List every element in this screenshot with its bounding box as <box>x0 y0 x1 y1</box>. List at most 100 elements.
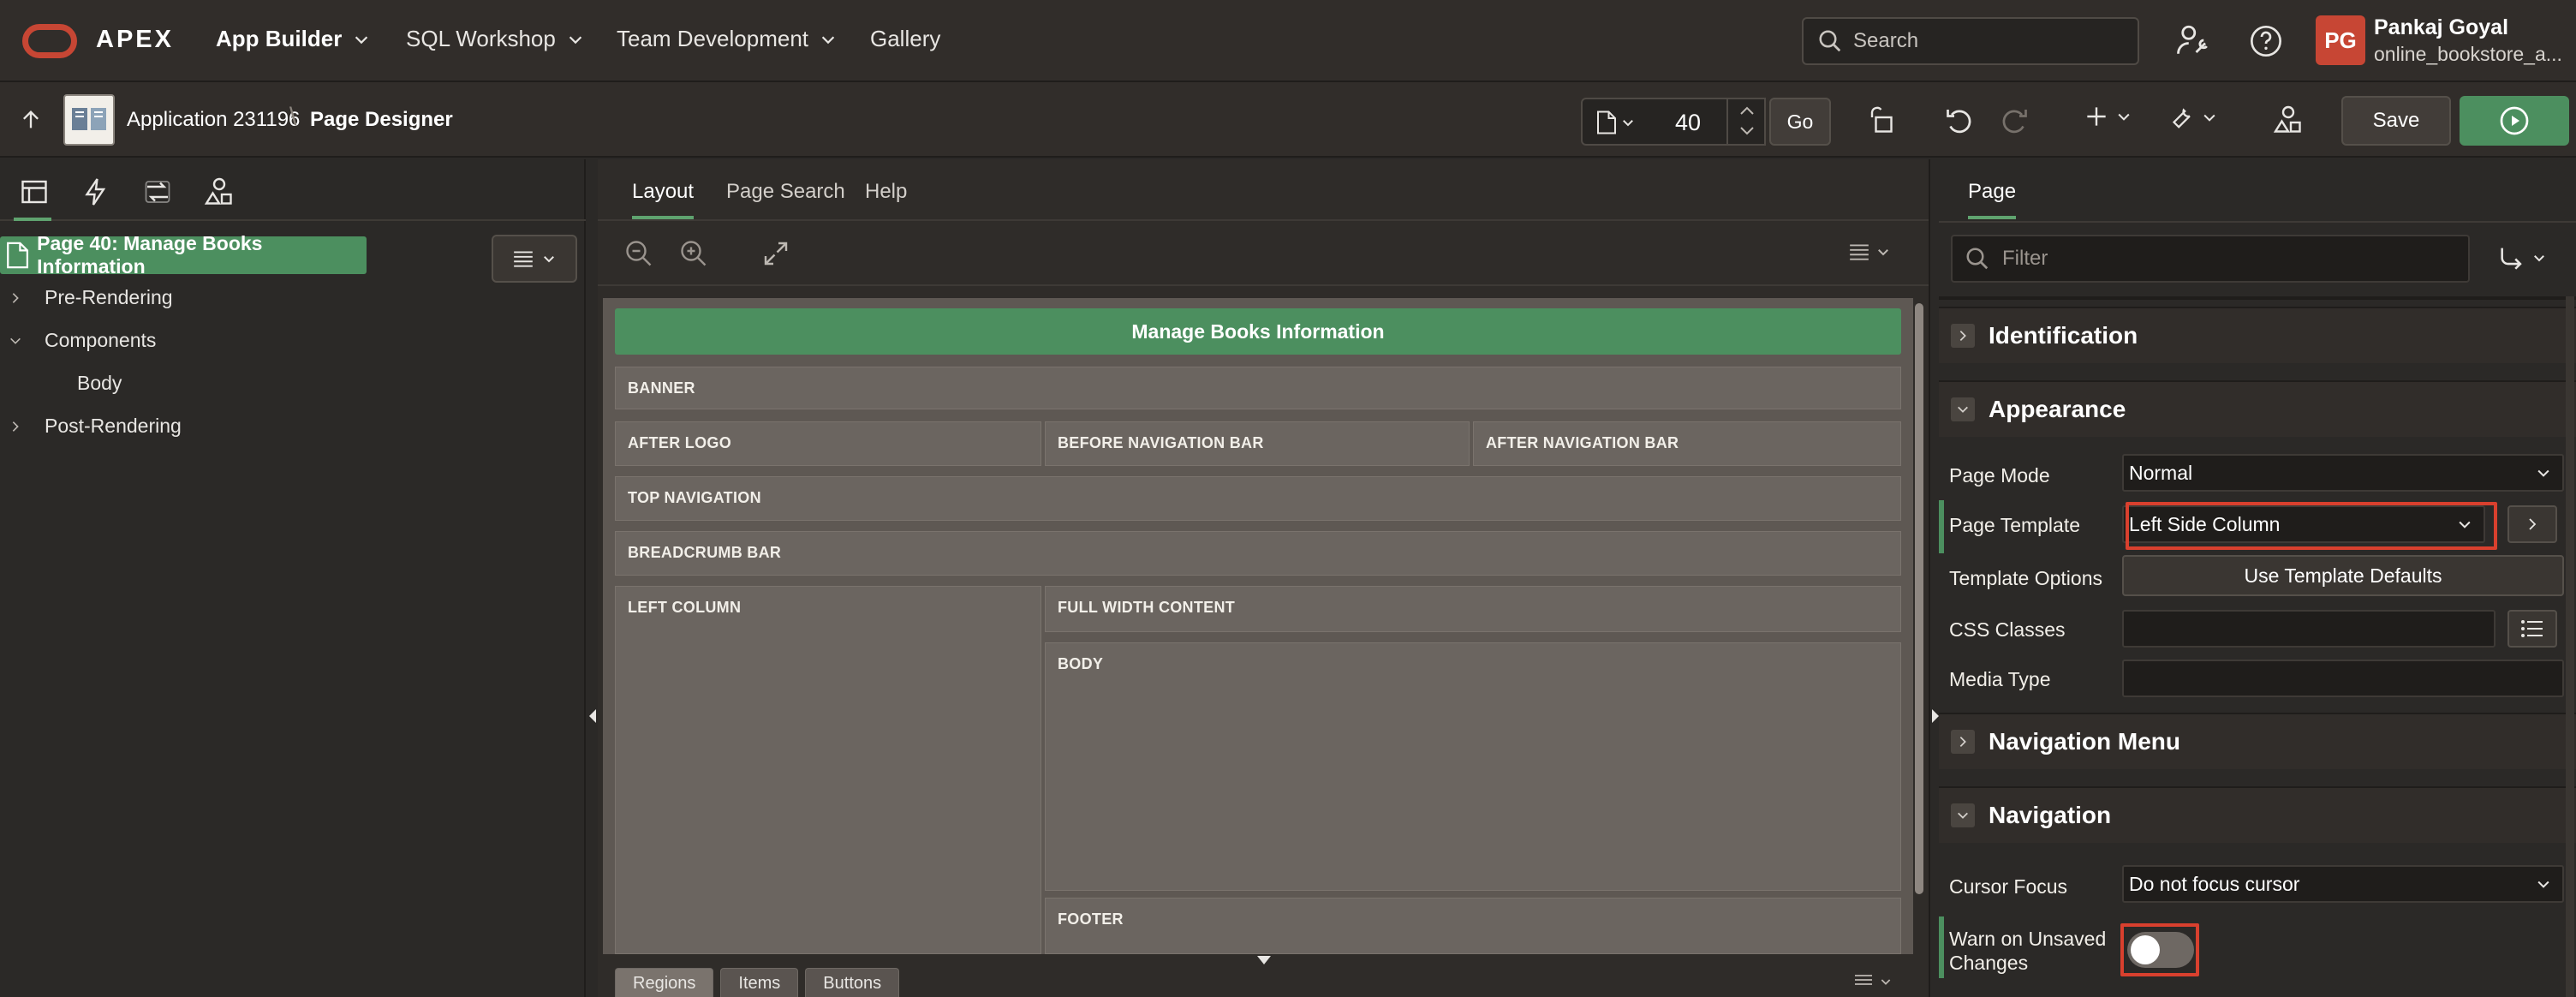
chevron-down-icon[interactable] <box>1951 803 1975 827</box>
region-full-width-content[interactable]: FULL WIDTH CONTENT <box>1045 586 1901 632</box>
search-icon <box>1819 30 1841 52</box>
left-panel-tabs <box>0 159 586 221</box>
tab-page-search[interactable]: Page Search <box>726 180 845 204</box>
tree-node-components[interactable]: Components <box>9 329 156 352</box>
chevron-right-icon[interactable] <box>9 420 22 433</box>
breadcrumb-separator: \ <box>289 103 297 131</box>
tab-dynamic-actions[interactable] <box>80 176 111 207</box>
nav-team-development[interactable]: Team Development <box>617 26 838 52</box>
chevron-down-icon <box>2534 255 2544 262</box>
go-to-group-button[interactable] <box>2497 245 2547 271</box>
list-icon <box>2521 620 2543 637</box>
tab-regions[interactable]: Regions <box>615 968 714 997</box>
tab-help[interactable]: Help <box>865 180 907 204</box>
oracle-logo-icon[interactable] <box>22 24 77 58</box>
expand-icon[interactable] <box>760 238 791 269</box>
section-identification[interactable]: Identification <box>1939 307 2576 363</box>
tree-node-body[interactable]: Body <box>77 372 122 395</box>
property-scrollbar[interactable] <box>2566 296 2574 997</box>
region-after-navigation-bar[interactable]: AFTER NAVIGATION BAR <box>1473 421 1901 466</box>
chevron-right-icon[interactable] <box>9 291 22 305</box>
property-filter-input[interactable]: Filter <box>1951 235 2470 283</box>
zoom-out-icon[interactable] <box>623 238 654 269</box>
layout-canvas[interactable]: Manage Books Information BANNER AFTER LO… <box>603 298 1913 954</box>
collapse-right-panel-handle[interactable] <box>1930 709 1939 723</box>
go-to-group-icon <box>2501 248 2522 270</box>
go-button[interactable]: Go <box>1769 98 1831 146</box>
css-classes-input[interactable] <box>2122 610 2496 648</box>
chevron-right-icon[interactable] <box>1951 730 1975 754</box>
chevron-down-icon <box>544 256 554 263</box>
save-and-run-button[interactable] <box>2460 96 2569 146</box>
chevron-right-icon[interactable] <box>1951 324 1975 348</box>
cursor-focus-select[interactable]: Do not focus cursor <box>2122 865 2564 903</box>
apex-brand[interactable]: APEX <box>96 26 174 54</box>
region-before-navigation-bar[interactable]: BEFORE NAVIGATION BAR <box>1045 421 1470 466</box>
nav-gallery[interactable]: Gallery <box>870 26 940 52</box>
tab-page-shared-components[interactable] <box>204 176 235 207</box>
page-number-stepper[interactable] <box>1726 98 1766 146</box>
save-button[interactable]: Save <box>2341 96 2451 146</box>
shared-components-icon[interactable] <box>2273 104 2304 135</box>
template-options-button[interactable]: Use Template Defaults <box>2122 555 2564 596</box>
arrow-up-icon[interactable] <box>19 108 43 132</box>
lock-page-icon[interactable] <box>1867 104 1898 135</box>
gallery-menu-button[interactable] <box>1853 973 1893 990</box>
page-icon[interactable] <box>1595 110 1619 135</box>
global-search-input[interactable]: Search <box>1802 17 2139 65</box>
tab-buttons[interactable]: Buttons <box>805 968 900 997</box>
gallery-toggle-icon[interactable] <box>1257 956 1271 966</box>
menu-lines-icon <box>514 251 533 267</box>
layout-menu-button[interactable] <box>1848 242 1891 262</box>
user-name[interactable]: Pankaj Goyal <box>2374 15 2508 40</box>
nav-sql-workshop[interactable]: SQL Workshop <box>406 26 585 52</box>
undo-icon[interactable] <box>1944 104 1975 135</box>
application-icon[interactable] <box>63 94 115 146</box>
tab-rendering[interactable] <box>14 176 51 221</box>
chevron-down-icon[interactable] <box>1738 125 1756 137</box>
tree-menu-button[interactable] <box>492 235 577 283</box>
chevron-down-icon[interactable] <box>9 334 22 348</box>
toggle-knob <box>2131 935 2160 964</box>
collapse-left-panel-handle[interactable] <box>589 709 598 723</box>
admin-person-wrench-icon[interactable] <box>2175 22 2211 58</box>
warn-unsaved-toggle[interactable] <box>2127 932 2194 968</box>
tab-items[interactable]: Items <box>720 968 799 997</box>
tab-layout[interactable]: Layout <box>632 180 695 219</box>
tree-node-post-rendering[interactable]: Post-Rendering <box>9 415 182 438</box>
region-left-column[interactable]: LEFT COLUMN <box>615 586 1041 954</box>
section-navigation-menu[interactable]: Navigation Menu <box>1939 713 2576 769</box>
region-after-logo[interactable]: AFTER LOGO <box>615 421 1041 466</box>
tab-page-properties[interactable]: Page <box>1968 180 2017 219</box>
tree-node-pre-rendering[interactable]: Pre-Rendering <box>9 286 173 309</box>
page-mode-select[interactable]: Normal <box>2122 454 2564 492</box>
page-number-value[interactable]: 40 <box>1675 110 1701 136</box>
section-navigation[interactable]: Navigation <box>1939 786 2576 843</box>
section-appearance[interactable]: Appearance <box>1939 380 2576 437</box>
help-icon[interactable] <box>2249 24 2283 58</box>
region-footer[interactable]: FOOTER <box>1045 898 1901 954</box>
zoom-in-icon[interactable] <box>678 238 709 269</box>
tree-node-page[interactable]: Page 40: Manage Books Information <box>0 232 367 278</box>
region-breadcrumb-bar[interactable]: BREADCRUMB BAR <box>615 531 1901 576</box>
region-banner[interactable]: BANNER <box>615 367 1901 409</box>
chevron-down-icon[interactable] <box>1620 115 1636 130</box>
chevron-up-icon[interactable] <box>1738 104 1756 116</box>
chevron-down-icon[interactable] <box>1951 397 1975 421</box>
user-avatar[interactable]: PG <box>2316 15 2365 65</box>
css-classes-label: CSS Classes <box>1949 618 2066 641</box>
nav-app-builder[interactable]: App Builder <box>216 26 371 52</box>
tab-processing[interactable] <box>142 176 173 207</box>
layout-page-title[interactable]: Manage Books Information <box>615 308 1901 355</box>
page-template-goto-button[interactable] <box>2507 505 2557 543</box>
utilities-menu-button[interactable] <box>2167 103 2218 132</box>
redo-icon[interactable] <box>1999 104 2030 135</box>
layout-scrollbar[interactable] <box>1913 298 1925 954</box>
region-top-navigation[interactable]: TOP NAVIGATION <box>615 476 1901 521</box>
css-classes-picker-button[interactable] <box>2507 610 2557 648</box>
scroll-thumb[interactable] <box>1915 303 1923 894</box>
create-menu-button[interactable] <box>2083 103 2132 130</box>
region-body[interactable]: BODY <box>1045 642 1901 891</box>
breadcrumb-application[interactable]: Application 231196 <box>127 108 300 132</box>
media-type-input[interactable] <box>2122 660 2564 697</box>
